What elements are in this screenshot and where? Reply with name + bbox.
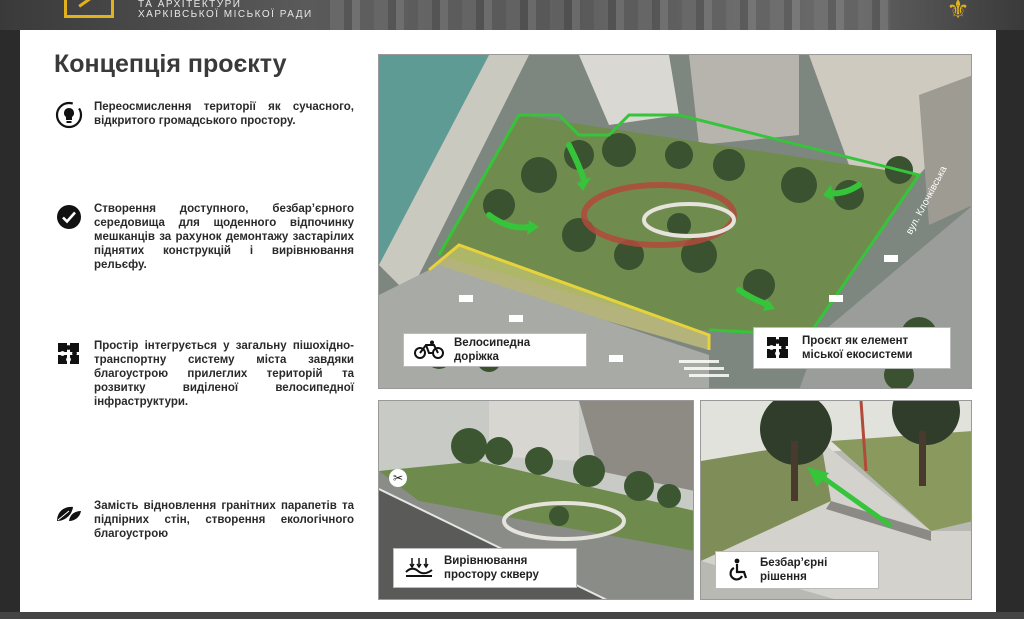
caption-bike-lane: Велосипедна доріжка	[403, 333, 587, 367]
page-title: Концепція проєкту	[54, 50, 287, 78]
wheelchair-icon	[726, 558, 750, 582]
caption-square-leveling: Вирівнювання простору скверу	[393, 548, 577, 588]
logo-icon	[64, 0, 114, 18]
caption-text: Проєкт як елемент міської екосистеми	[802, 335, 913, 361]
city-skyline-image	[330, 0, 890, 30]
caption-eco-system: Проєкт як елемент міської екосистеми	[753, 327, 951, 369]
concept-point-text: Створення доступного, безбар’єрного сере…	[94, 203, 354, 271]
concept-point-1: Переосмислення території як сучасного, в…	[54, 100, 354, 130]
concept-point-2: Створення доступного, безбар’єрного сере…	[54, 202, 354, 272]
barrier-free-render: Безбар’єрні рішення	[700, 400, 972, 600]
bottom-bar	[0, 612, 1024, 619]
terrain-leveling-icon	[404, 556, 434, 580]
concept-point-4: Замість відновлення гранітних парапетів …	[54, 499, 354, 541]
header-bar: та архітектури харківської міської ради …	[0, 0, 1024, 30]
concept-point-text: Переосмислення території як сучасного, в…	[94, 101, 354, 127]
puzzle-icon	[764, 334, 792, 362]
concept-point-text: Замість відновлення гранітних парапетів …	[94, 500, 354, 540]
org-line-2: харківської міської ради	[138, 9, 313, 20]
caption-barrier-free: Безбар’єрні рішення	[715, 551, 879, 589]
caption-text: Вирівнювання простору скверу	[444, 555, 539, 581]
lightbulb-refresh-icon	[54, 100, 84, 130]
check-circle-icon	[54, 202, 84, 232]
concept-point-3: Простір інтегрується у загальну пішохідн…	[54, 339, 354, 409]
concept-point-text: Простір інтегрується у загальну пішохідн…	[94, 340, 354, 408]
scissors-icon: ✂	[389, 469, 407, 487]
aerial-render-image: вул. Клочківська Велосипедна доріжка Про…	[378, 54, 972, 389]
slide: Концепція проєкту Переосмислення територ…	[20, 30, 996, 612]
coat-of-arms-icon: ⚜	[946, 0, 970, 24]
bicycle-icon	[414, 340, 444, 360]
puzzle-icon	[54, 339, 84, 369]
square-leveling-render: ✂ Вирівнювання простору скверу	[378, 400, 694, 600]
organization-name: та архітектури харківської міської ради	[138, 0, 313, 20]
leaves-icon	[54, 499, 84, 529]
caption-text: Безбар’єрні рішення	[760, 557, 828, 583]
caption-text: Велосипедна доріжка	[454, 337, 531, 363]
